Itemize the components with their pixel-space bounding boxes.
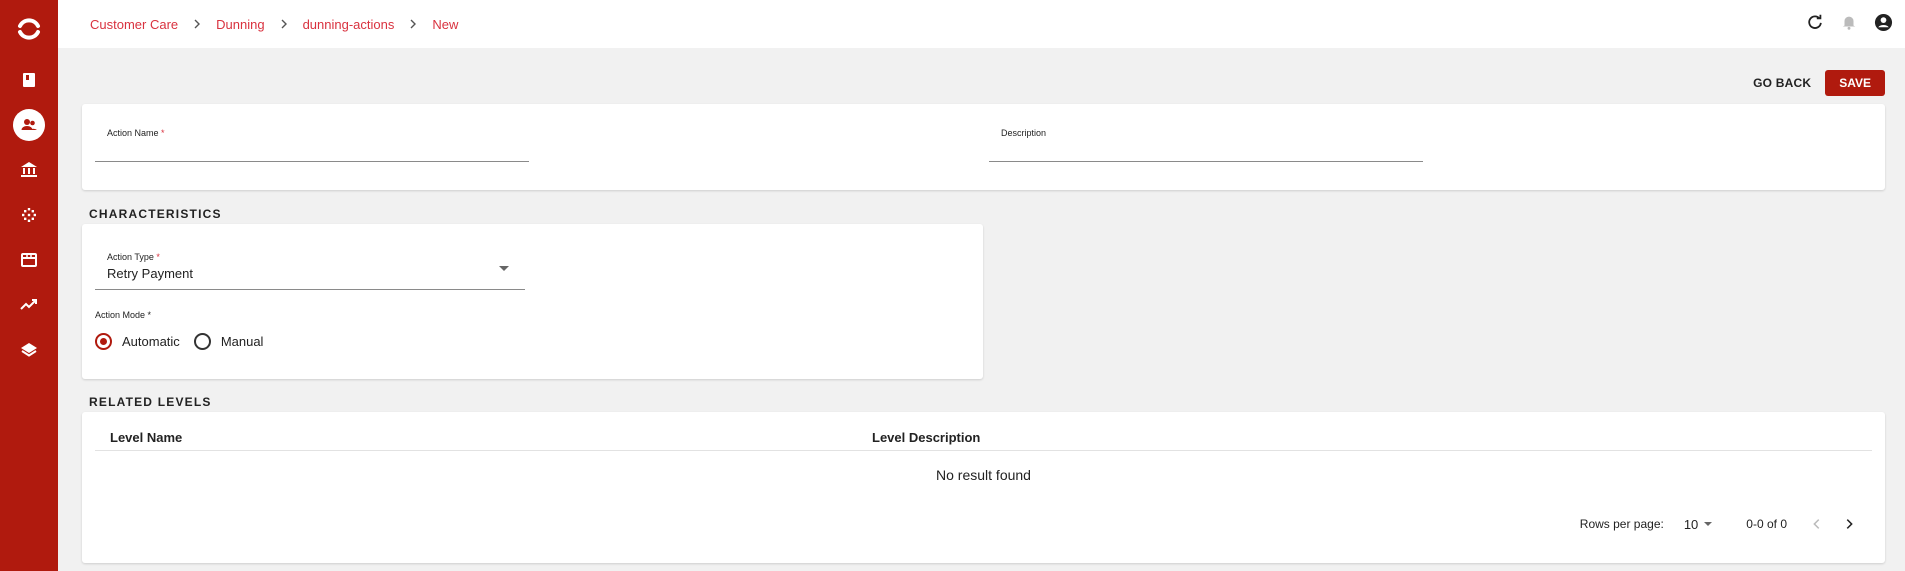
radio-automatic-label: Automatic	[122, 334, 180, 349]
column-header-level-name[interactable]: Level Name	[110, 430, 182, 445]
account-icon[interactable]	[1873, 12, 1893, 32]
customers-icon[interactable]	[13, 109, 45, 141]
radio-unchecked-icon[interactable]	[193, 333, 211, 350]
related-levels-title: RELATED LEVELS	[89, 395, 212, 409]
bell-icon[interactable]	[1839, 12, 1859, 32]
related-levels-card: Level Name Level Description No result f…	[82, 412, 1885, 563]
top-bar: Customer Care Dunning dunning-actions Ne…	[58, 0, 1905, 48]
characteristics-card: Action Type * Retry Payment Action Mode …	[82, 224, 983, 379]
dropdown-arrow-icon[interactable]	[499, 266, 509, 271]
dots-grid-icon[interactable]	[13, 199, 45, 231]
chevron-right-icon	[408, 19, 418, 29]
action-mode-label: Action Mode *	[95, 310, 152, 320]
input-underline	[989, 161, 1423, 162]
action-type-value: Retry Payment	[107, 266, 193, 281]
required-marker: *	[156, 252, 160, 262]
radio-manual-label: Manual	[220, 334, 264, 349]
general-card: Action Name * Description	[82, 104, 1885, 190]
description-label: Description	[1001, 128, 1047, 138]
pagination: Rows per page: 10 0-0 of 0	[1580, 516, 1857, 532]
rows-per-page-select[interactable]: 10	[1683, 516, 1713, 532]
prev-page-button[interactable]	[1809, 516, 1825, 532]
breadcrumb-dunning[interactable]: Dunning	[216, 17, 264, 32]
app-logo-icon[interactable]	[16, 16, 42, 42]
breadcrumb-customer-care[interactable]: Customer Care	[90, 17, 178, 32]
action-name-field[interactable]: Action Name *	[95, 128, 529, 162]
empty-state-text: No result found	[936, 467, 1031, 483]
radio-automatic[interactable]: Automatic	[95, 333, 180, 350]
dropdown-arrow-icon	[1704, 522, 1713, 526]
go-back-button[interactable]: GO BACK	[1751, 69, 1813, 97]
refresh-icon[interactable]	[1805, 12, 1825, 32]
action-mode-radio-group: Automatic Manual	[95, 333, 277, 350]
breadcrumb-dunning-actions[interactable]: dunning-actions	[303, 17, 395, 32]
save-button[interactable]: SAVE	[1825, 70, 1885, 96]
characteristics-title: CHARACTERISTICS	[89, 207, 222, 221]
top-icons	[1805, 12, 1893, 32]
input-underline	[95, 161, 529, 162]
header-divider	[95, 450, 1872, 451]
sidebar	[0, 0, 58, 571]
store-icon[interactable]	[13, 244, 45, 276]
description-field[interactable]: Description	[989, 128, 1423, 162]
input-underline	[95, 289, 525, 290]
rows-per-page-label: Rows per page:	[1579, 517, 1664, 531]
trending-up-icon[interactable]	[13, 289, 45, 321]
radio-manual[interactable]: Manual	[193, 333, 264, 350]
rows-per-page-value: 10	[1683, 516, 1699, 532]
action-type-label: Action Type	[107, 252, 154, 262]
breadcrumb: Customer Care Dunning dunning-actions Ne…	[90, 17, 458, 32]
chevron-right-icon	[192, 19, 202, 29]
book-icon[interactable]	[13, 64, 45, 96]
radio-checked-icon[interactable]	[95, 333, 112, 350]
pagination-range: 0-0 of 0	[1746, 517, 1787, 531]
required-marker: *	[161, 128, 165, 138]
chevron-left-icon	[1813, 519, 1820, 529]
action-name-label: Action Name	[107, 128, 159, 138]
breadcrumb-new: New	[432, 16, 459, 32]
form-actions: GO BACK SAVE	[1751, 69, 1885, 97]
action-type-select[interactable]: Action Type * Retry Payment	[95, 252, 525, 290]
next-page-button[interactable]	[1841, 516, 1857, 532]
column-header-level-description[interactable]: Level Description	[872, 430, 980, 445]
chevron-right-icon	[279, 19, 289, 29]
bank-icon[interactable]	[13, 154, 45, 186]
chevron-right-icon	[1846, 519, 1853, 529]
layers-icon[interactable]	[13, 334, 45, 366]
